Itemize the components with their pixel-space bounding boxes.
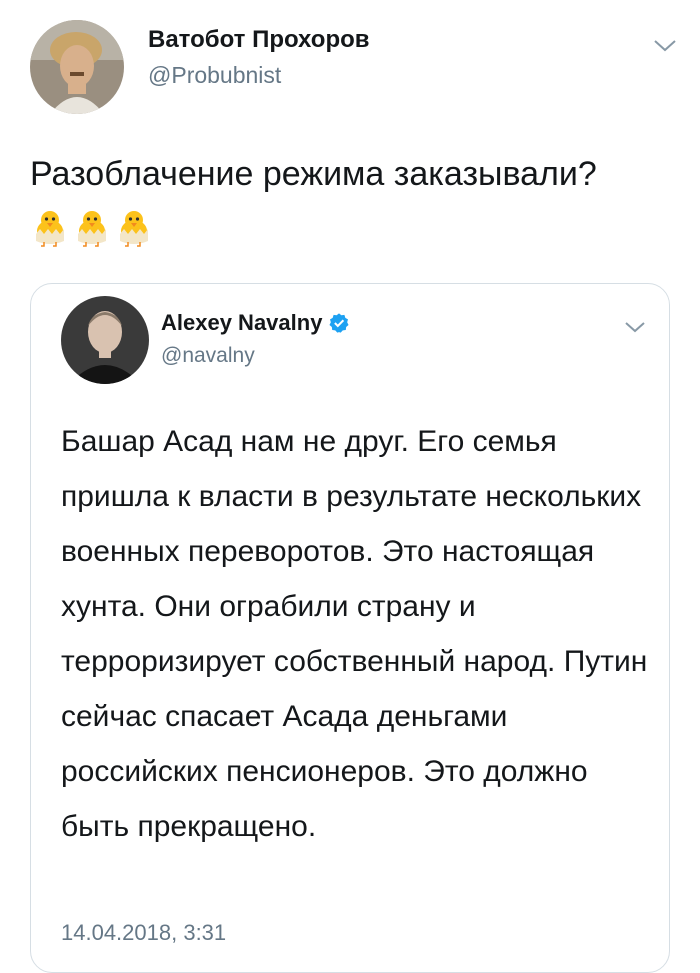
tweet-header: Ватобот Прохоров @Probubnist xyxy=(30,14,680,114)
quoted-tweet-card[interactable]: Alexey Navalny @navalny Башар Асад нам н… xyxy=(30,283,670,973)
quoted-author-name[interactable]: Alexey Navalny xyxy=(161,310,322,336)
quoted-tweet-text: Башар Асад нам не друг. Его семья пришла… xyxy=(61,425,648,843)
emoji-group xyxy=(30,207,156,264)
hatching-chick-icon xyxy=(78,211,106,247)
quoted-author-name-row: Alexey Navalny xyxy=(161,310,350,336)
chevron-down-icon[interactable] xyxy=(623,318,647,336)
tweet-text-content: Разоблачение режима заказывали? xyxy=(30,155,597,193)
author-avatar[interactable] xyxy=(30,20,124,114)
quoted-author-avatar[interactable] xyxy=(61,296,149,384)
quoted-author-handle[interactable]: @navalny xyxy=(161,344,255,368)
hatching-chick-icon xyxy=(36,211,64,247)
author-name[interactable]: Ватобот Прохоров xyxy=(148,26,370,54)
tweet-text: Разоблачение режима заказывали? xyxy=(30,146,670,264)
quoted-tweet-date[interactable]: 14.04.2018, 3:31 xyxy=(61,920,226,946)
chevron-down-icon[interactable] xyxy=(652,36,678,56)
verified-badge-icon xyxy=(329,313,349,333)
hatching-chick-icon xyxy=(120,211,148,247)
author-handle[interactable]: @Probubnist xyxy=(148,62,281,89)
